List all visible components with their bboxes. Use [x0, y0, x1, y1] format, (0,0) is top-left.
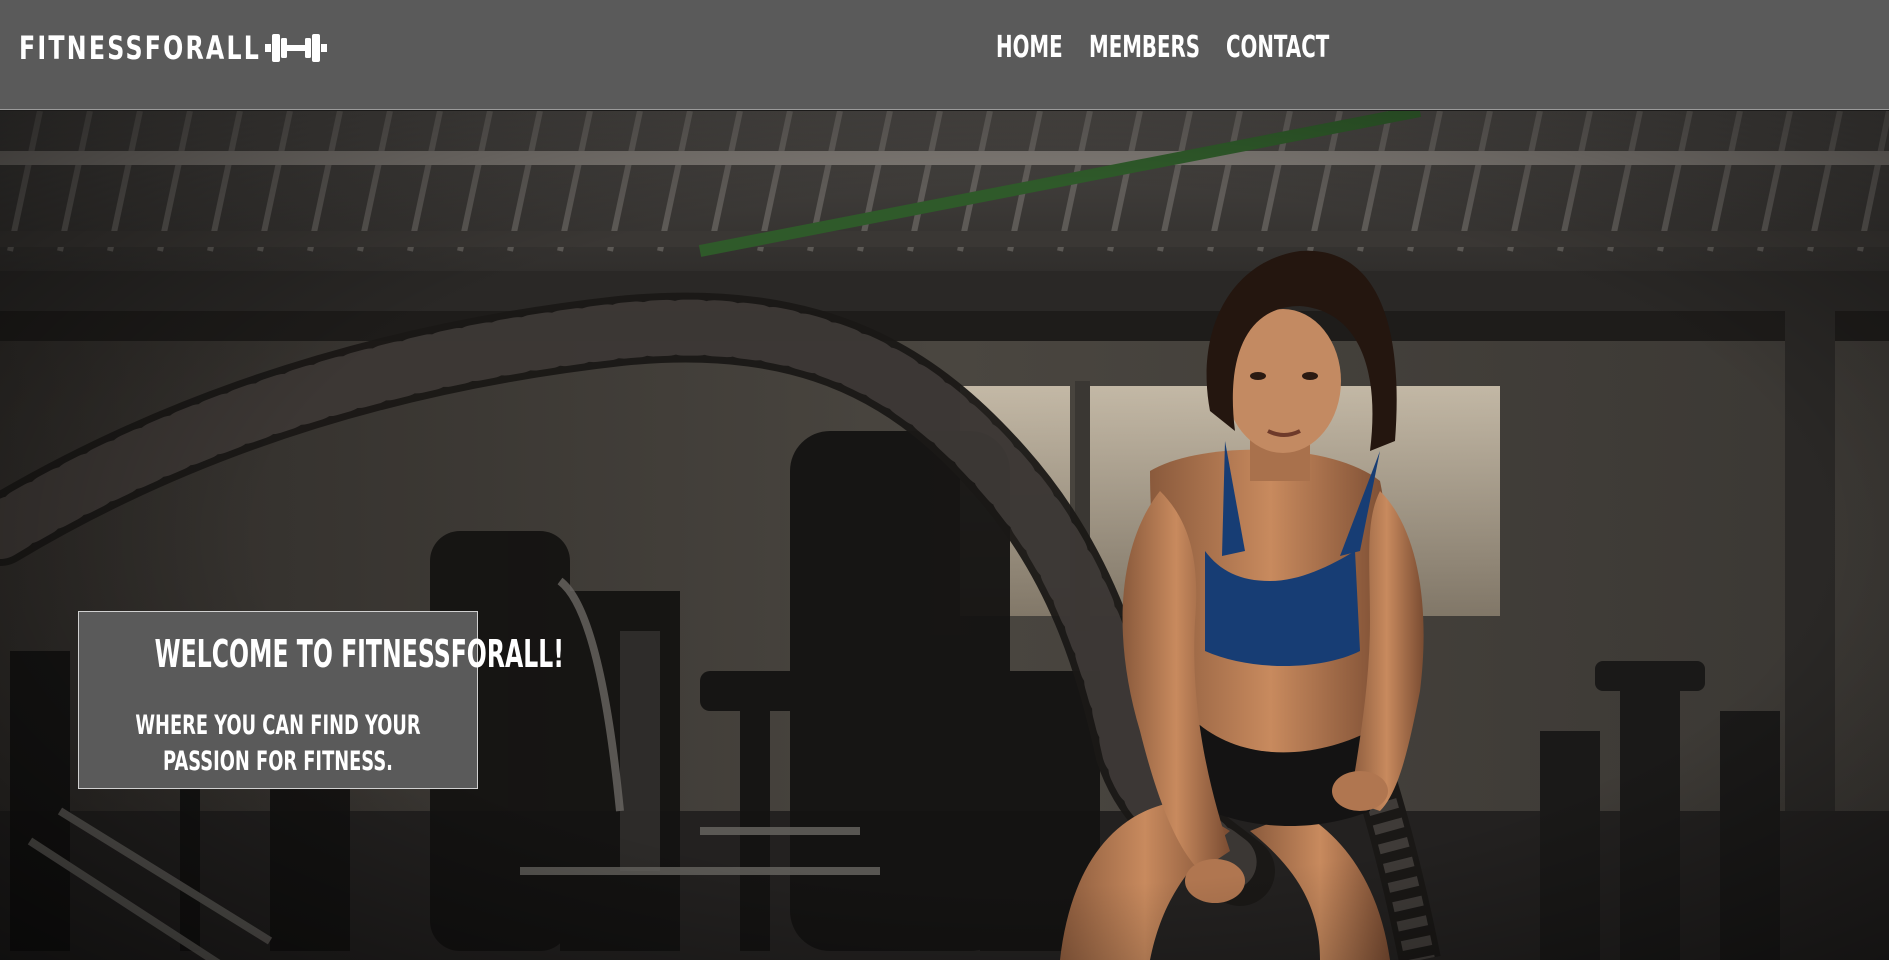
brand-logo-link[interactable]: FITNESSFORALL — [19, 26, 346, 70]
welcome-subtitle: WHERE YOU CAN FIND YOUR PASSION FOR FITN… — [135, 710, 421, 777]
hero-section: WELCOME TO FITNESSFORALL! WHERE YOU CAN … — [0, 111, 1889, 960]
nav-members-link[interactable]: MEMBERS — [1089, 28, 1200, 68]
site-header: FITNESSFORALL HOME MEMBERS CONTACT — [0, 0, 1889, 110]
nav-home-link[interactable]: HOME — [996, 28, 1063, 68]
dumbbell-logo-icon — [265, 34, 327, 62]
hero-background-image — [0, 111, 1889, 960]
welcome-title: WELCOME TO FITNESSFORALL! — [154, 632, 564, 676]
welcome-card: WELCOME TO FITNESSFORALL! WHERE YOU CAN … — [78, 611, 564, 789]
nav-contact-link[interactable]: CONTACT — [1226, 28, 1329, 68]
brand-name: FITNESSFORALL — [19, 29, 262, 67]
